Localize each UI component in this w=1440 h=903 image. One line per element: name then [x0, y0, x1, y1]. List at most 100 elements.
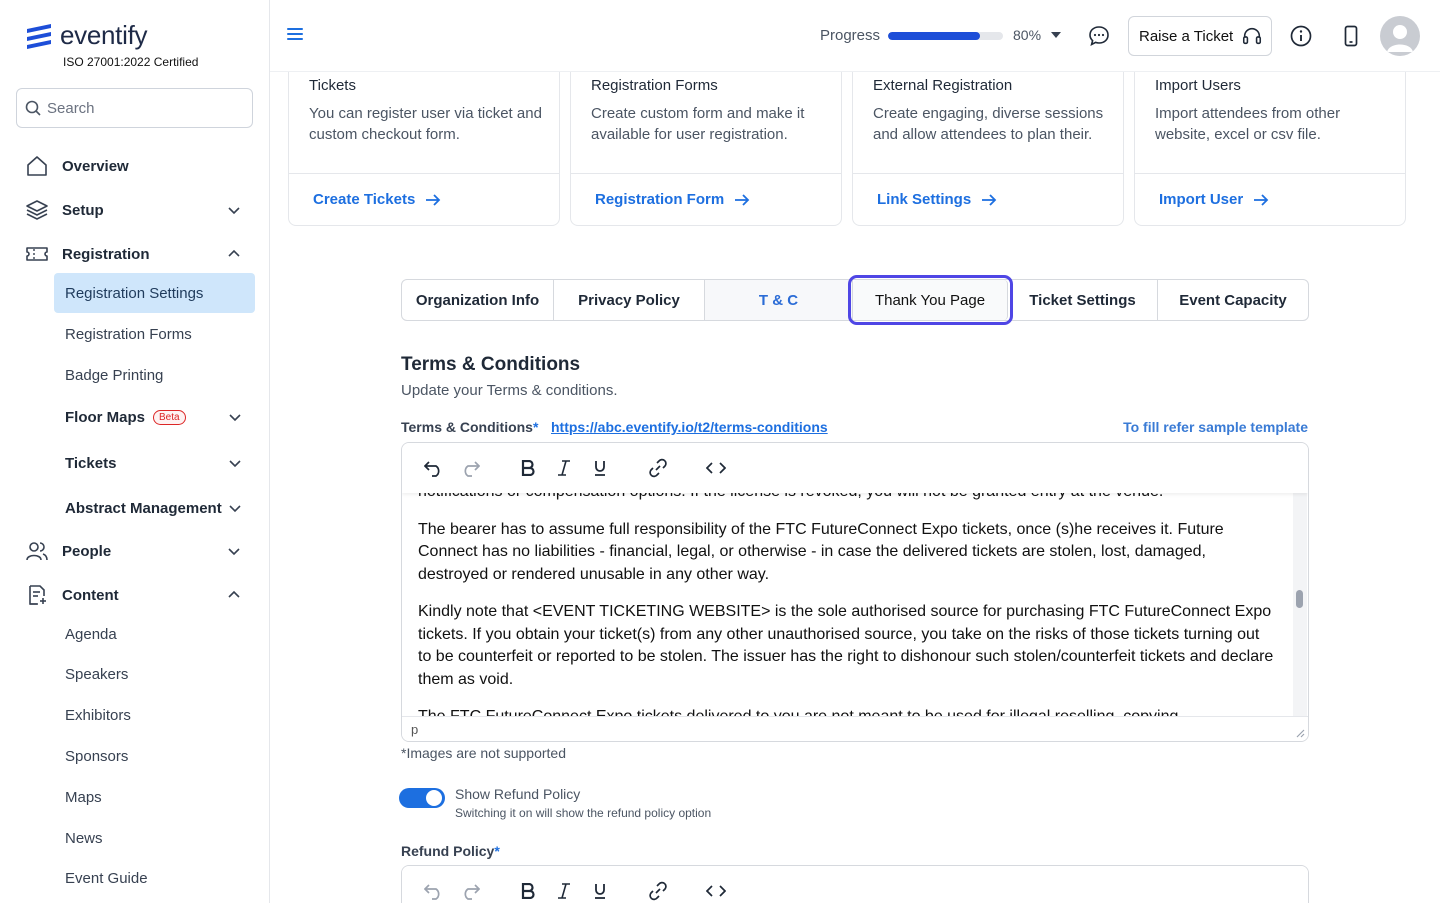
resize-handle-icon[interactable]	[1295, 728, 1305, 738]
sidebar-item-exhibitors[interactable]: Exhibitors	[54, 695, 255, 735]
chevron-down-icon	[228, 207, 240, 215]
italic-button[interactable]	[550, 877, 578, 903]
sidebar-item-sponsors[interactable]: Sponsors	[54, 736, 255, 776]
hamburger-menu-icon[interactable]	[286, 26, 304, 42]
nav-overview[interactable]: Overview	[24, 150, 244, 182]
underline-button[interactable]	[586, 877, 614, 903]
chevron-down-icon	[229, 414, 241, 422]
users-icon	[24, 538, 50, 564]
sidebar-item-registration-forms[interactable]: Registration Forms	[54, 314, 255, 354]
chat-icon[interactable]	[1087, 24, 1111, 48]
refund-toggle-description: Switching it on will show the refund pol…	[455, 806, 712, 820]
chevron-down-icon	[229, 505, 241, 513]
tab-privacy-policy[interactable]: Privacy Policy	[554, 280, 705, 320]
eventify-logo-icon	[27, 23, 51, 49]
tab-organization-info[interactable]: Organization Info	[402, 280, 554, 320]
scrollbar-thumb[interactable]	[1296, 590, 1303, 608]
divider	[571, 173, 841, 174]
card-description: You can register user via ticket and cus…	[309, 105, 542, 143]
card-registration-forms: Registration Forms Create custom form an…	[570, 60, 842, 226]
sidebar-item-abstract-management[interactable]: Abstract Management	[54, 488, 255, 528]
editor-scrollbar[interactable]	[1293, 493, 1307, 717]
sidebar-item-tickets[interactable]: Tickets	[54, 443, 255, 483]
registration-form-link[interactable]: Registration Form	[595, 191, 750, 208]
terms-field-label: Terms & Conditions*	[401, 419, 538, 435]
undo-button[interactable]	[420, 454, 448, 482]
nav-people[interactable]: People	[24, 535, 244, 567]
sample-template-link[interactable]: To fill refer sample template	[1123, 419, 1308, 435]
top-header: Progress 80% Raise a Ticket	[270, 0, 1440, 72]
info-icon[interactable]	[1289, 24, 1313, 48]
source-code-button[interactable]	[702, 877, 730, 903]
chevron-up-icon	[228, 590, 240, 598]
sidebar-item-badge-printing[interactable]: Badge Printing	[54, 355, 255, 395]
user-avatar-icon	[1387, 25, 1413, 52]
link-button[interactable]	[644, 454, 672, 482]
code-icon	[706, 462, 726, 474]
chevron-down-icon	[229, 460, 241, 468]
editor-content[interactable]: notifications or compensation options. I…	[402, 493, 1292, 717]
nav-registration[interactable]: Registration	[24, 238, 244, 270]
avatar[interactable]	[1380, 16, 1420, 56]
sidebar-item-floor-maps[interactable]: Floor Maps Beta	[54, 397, 255, 437]
import-user-link[interactable]: Import User	[1159, 191, 1269, 208]
bold-icon	[521, 460, 535, 476]
card-link-label: Import User	[1159, 191, 1244, 208]
section-subtitle: Update your Terms & conditions.	[401, 382, 618, 399]
bold-button[interactable]	[514, 454, 542, 482]
tab-ticket-settings[interactable]: Ticket Settings	[1008, 280, 1158, 320]
tab-event-capacity[interactable]: Event Capacity	[1158, 280, 1308, 320]
sidebar-item-speakers[interactable]: Speakers	[54, 654, 255, 694]
redo-icon	[464, 461, 480, 477]
divider	[1135, 173, 1405, 174]
search-icon	[25, 100, 41, 116]
card-tickets: Tickets You can register user via ticket…	[288, 60, 560, 226]
layers-icon	[24, 197, 50, 223]
nav-content[interactable]: Content	[24, 579, 244, 611]
editor-toolbar	[402, 866, 1308, 903]
tab-terms-conditions[interactable]: T & C	[705, 280, 853, 320]
code-icon	[706, 885, 726, 897]
search-input[interactable]	[47, 99, 237, 117]
images-note: *Images are not supported	[401, 745, 566, 761]
sidebar-item-registration-settings[interactable]: Registration Settings	[54, 273, 255, 313]
source-code-button[interactable]	[702, 454, 730, 482]
terms-label-text: Terms & Conditions	[401, 419, 533, 435]
refund-label-text: Refund Policy	[401, 843, 495, 859]
raise-ticket-button[interactable]: Raise a Ticket	[1128, 16, 1272, 56]
required-marker: *	[494, 843, 500, 859]
ticket-icon	[24, 241, 50, 267]
section-title: Terms & Conditions	[401, 354, 581, 375]
link-icon	[649, 881, 667, 901]
sidebar-item-event-guide[interactable]: Event Guide	[54, 858, 255, 898]
card-title: Tickets	[309, 77, 356, 94]
italic-button[interactable]	[550, 454, 578, 482]
refund-policy-toggle[interactable]	[399, 788, 445, 808]
mobile-icon[interactable]	[1339, 24, 1363, 48]
create-tickets-link[interactable]: Create Tickets	[313, 191, 441, 208]
sidebar-item-news[interactable]: News	[54, 818, 255, 858]
nav-overview-label: Overview	[62, 157, 129, 175]
caret-down-icon[interactable]	[1051, 31, 1061, 39]
redo-button[interactable]	[456, 454, 484, 482]
link-settings-link[interactable]: Link Settings	[877, 191, 997, 208]
progress-label: Progress	[820, 27, 881, 44]
tab-thank-you-page[interactable]: Thank You Page	[848, 275, 1013, 325]
link-button[interactable]	[644, 877, 672, 903]
bold-button[interactable]	[514, 877, 542, 903]
chevron-up-icon	[228, 249, 240, 257]
card-link-label: Create Tickets	[313, 191, 416, 208]
card-description: Import attendees from other website, exc…	[1155, 105, 1341, 143]
sidebar-item-agenda[interactable]: Agenda	[54, 614, 255, 654]
underline-button[interactable]	[586, 454, 614, 482]
arrow-right-icon	[426, 193, 441, 206]
terms-url-link[interactable]: https://abc.eventify.io/t2/terms-conditi…	[551, 419, 828, 435]
card-external-registration: External Registration Create engaging, d…	[852, 60, 1124, 226]
brand[interactable]: eventify	[24, 20, 148, 51]
redo-button[interactable]	[456, 877, 484, 903]
brand-certification: ISO 27001:2022 Certified	[63, 55, 199, 69]
nav-setup[interactable]: Setup	[24, 194, 244, 226]
search-box[interactable]	[16, 88, 253, 128]
undo-button[interactable]	[420, 877, 448, 903]
sidebar-item-maps[interactable]: Maps	[54, 777, 255, 817]
